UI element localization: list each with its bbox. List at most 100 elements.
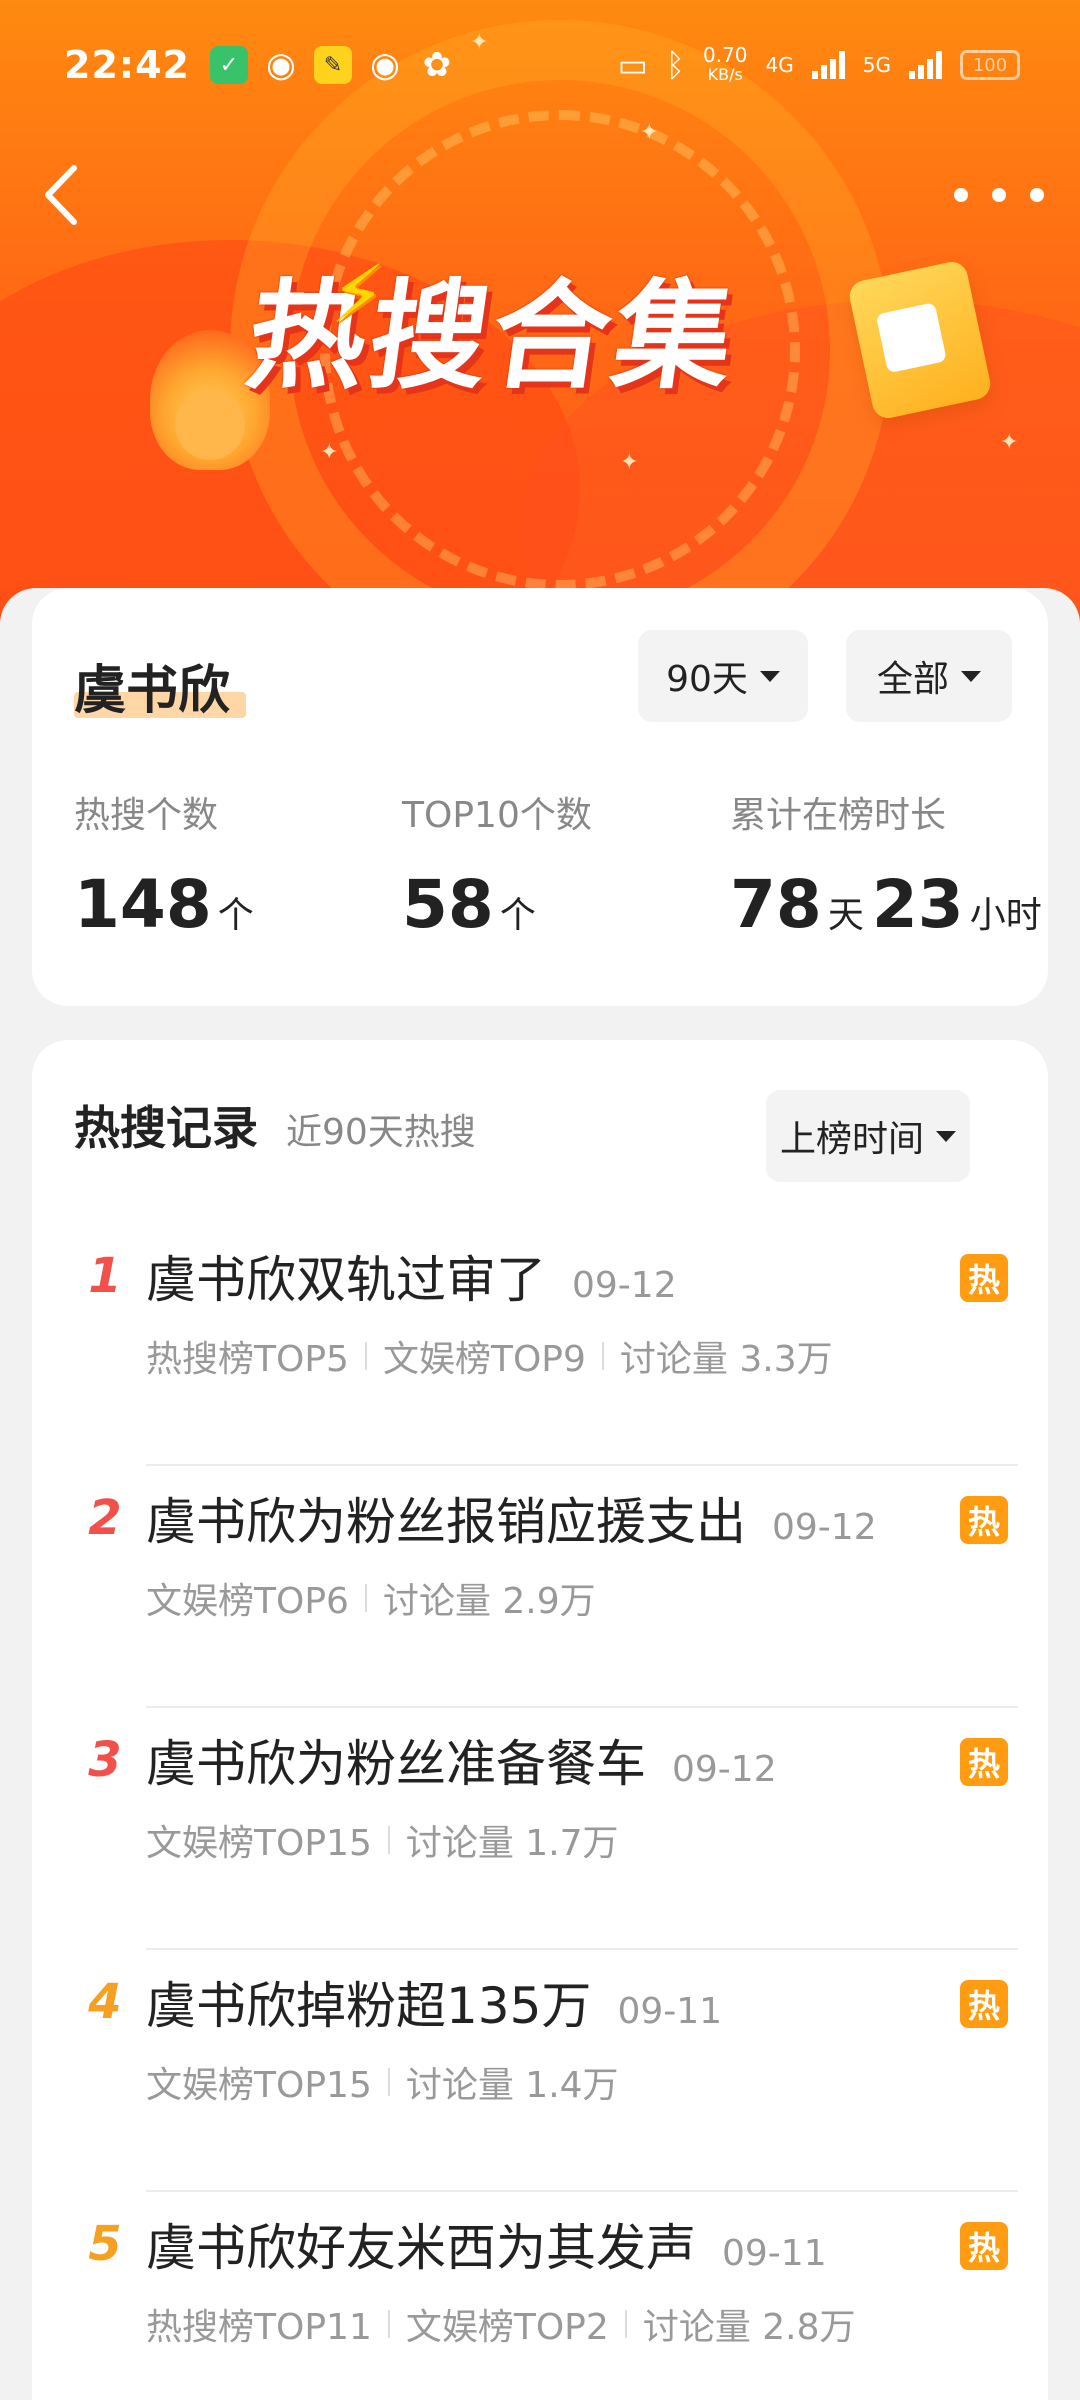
more-button[interactable] <box>954 170 1044 220</box>
stat-total-duration: 累计在榜时长 78 天 23 小时 <box>730 786 1050 943</box>
stat-label: 热搜个数 <box>74 795 219 836</box>
signal-icon <box>811 51 845 79</box>
rank-number: 2 <box>88 1490 122 1546</box>
item-title: 虞书欣为粉丝准备餐车 09-12 <box>146 1724 777 1796</box>
stat-value: 78 天 23 小时 <box>730 866 1050 943</box>
rank-number: 1 <box>88 1248 122 1304</box>
caret-down-icon <box>961 670 981 682</box>
person-name-wrap: 虞书欣 <box>74 648 246 723</box>
stat-value: 58 个 <box>402 866 592 943</box>
banner-title: 热搜合集 <box>238 267 747 405</box>
stat-days-number: 78 <box>730 866 822 943</box>
item-title: 虞书欣双轨过审了 09-12 <box>146 1240 677 1312</box>
stat-hot-count: 热搜个数 148 个 <box>74 786 262 943</box>
list-item[interactable]: 3 虞书欣为粉丝准备餐车 09-12 文娱榜TOP15 讨论量 1.7万 热 <box>32 1708 1048 1950</box>
meta-tag: 热搜榜TOP5 <box>146 1339 349 1380</box>
stat-top10-count: TOP10个数 58 个 <box>402 786 592 943</box>
lightning-icon: ⚡ <box>330 248 387 341</box>
item-meta: 热搜榜TOP5 文娱榜TOP9 讨论量 3.3万 <box>146 1330 833 1382</box>
stat-hours-unit: 小时 <box>969 895 1042 936</box>
stat-label: 累计在榜时长 <box>730 795 947 836</box>
item-title-text: 虞书欣双轨过审了 <box>146 1251 546 1309</box>
stat-unit: 个 <box>217 895 254 936</box>
rank-number: 3 <box>88 1732 122 1788</box>
item-title: 虞书欣好友米西为其发声 09-11 <box>146 2208 827 2280</box>
meta-discussion: 讨论量 1.4万 <box>405 2065 619 2106</box>
stat-days-unit: 天 <box>827 895 864 936</box>
chat-app-icon: ✎ <box>313 46 352 84</box>
header-banner: ✦ ✦ ✦ ✦ ✦ 热搜合集 ⚡ 22:42 ✓ ◉ ✎ ◉ ✿ ▭ ᛒ 0.7… <box>0 0 1080 640</box>
stat-hours-number: 23 <box>871 866 964 943</box>
signal-icon <box>909 51 942 79</box>
item-meta: 文娱榜TOP15 讨论量 1.7万 <box>146 1814 619 1866</box>
rank-number: 4 <box>88 1974 122 2030</box>
sort-dropdown[interactable]: 上榜时间 <box>766 1090 970 1182</box>
back-chevron-icon <box>45 165 77 225</box>
hot-badge: 热 <box>960 2222 1008 2270</box>
item-title-text: 虞书欣好友米西为其发声 <box>146 2219 696 2277</box>
status-time: 22:42 <box>64 43 190 87</box>
caret-down-icon <box>936 1130 956 1142</box>
meta-discussion: 讨论量 2.9万 <box>382 1581 596 1622</box>
item-date: 09-11 <box>617 1991 723 2032</box>
game-app-icon: ✿ <box>422 45 452 85</box>
battery-level: 100 <box>972 54 1008 76</box>
item-title-text: 虞书欣为粉丝报销应援支出 <box>146 1493 746 1551</box>
item-date: 09-12 <box>672 1749 777 1790</box>
records-card: 热搜记录 近90天热搜 上榜时间 1 虞书欣双轨过审了 09-12 热搜榜TOP5… <box>32 1040 1048 2400</box>
weibo-icon: ◉ <box>266 45 296 85</box>
type-filter-label: 全部 <box>876 659 949 700</box>
stat-value: 148 个 <box>74 866 262 943</box>
item-meta: 文娱榜TOP6 讨论量 2.9万 <box>146 1572 596 1624</box>
person-name: 虞书欣 <box>74 661 231 721</box>
meta-discussion: 讨论量 3.3万 <box>619 1339 833 1380</box>
meta-tag: 文娱榜TOP6 <box>146 1581 349 1622</box>
meta-tag: 文娱榜TOP9 <box>382 1339 586 1380</box>
weibo-icon: ◉ <box>370 45 400 85</box>
item-title: 虞书欣为粉丝报销应援支出 09-12 <box>146 1482 877 1554</box>
stat-number: 58 <box>402 866 494 943</box>
sparkle-icon: ✦ <box>1000 430 1019 455</box>
stat-label: TOP10个数 <box>402 795 592 836</box>
meta-discussion: 讨论量 1.7万 <box>405 1823 619 1864</box>
meta-discussion: 讨论量 2.8万 <box>642 2307 856 2348</box>
range-filter-label: 90天 <box>666 659 748 700</box>
hot-badge: 热 <box>960 1738 1008 1786</box>
network-4g-label: 4G <box>765 53 794 77</box>
list-item[interactable]: 5 虞书欣好友米西为其发声 09-11 热搜榜TOP11 文娱榜TOP2 讨论量 … <box>32 2192 1048 2400</box>
list-item[interactable]: 4 虞书欣掉粉超135万 09-11 文娱榜TOP15 讨论量 1.4万 热 <box>32 1950 1048 2192</box>
item-title: 虞书欣掉粉超135万 09-11 <box>146 1966 722 2038</box>
type-filter-dropdown[interactable]: 全部 <box>846 630 1012 722</box>
net-speed-unit: KB/s <box>707 65 743 84</box>
range-filter-dropdown[interactable]: 90天 <box>638 630 808 722</box>
list-item[interactable]: 1 虞书欣双轨过审了 09-12 热搜榜TOP5 文娱榜TOP9 讨论量 3.3万… <box>32 1224 1048 1466</box>
records-title: 热搜记录 <box>74 1101 258 1155</box>
summary-card: 虞书欣 90天 全部 热搜个数 148 个 TOP10个数 58 个 累计在榜时长 … <box>32 588 1048 1006</box>
item-meta: 热搜榜TOP11 文娱榜TOP2 讨论量 2.8万 <box>146 2298 856 2350</box>
check-app-icon: ✓ <box>209 46 248 84</box>
back-button[interactable] <box>40 160 110 230</box>
hot-badge: 热 <box>960 1980 1008 2028</box>
list-item[interactable]: 2 虞书欣为粉丝报销应援支出 09-12 文娱榜TOP6 讨论量 2.9万 热 <box>32 1466 1048 1708</box>
hot-badge: 热 <box>960 1496 1008 1544</box>
rank-number: 5 <box>88 2216 122 2272</box>
more-dots-icon <box>954 188 968 202</box>
item-meta: 文娱榜TOP15 讨论量 1.4万 <box>146 2056 619 2108</box>
meta-tag: 热搜榜TOP11 <box>146 2307 372 2348</box>
flame-core <box>175 390 245 460</box>
item-title-text: 虞书欣为粉丝准备餐车 <box>146 1735 646 1793</box>
sort-label: 上榜时间 <box>779 1119 924 1160</box>
status-bar: 22:42 ✓ ◉ ✎ ◉ ✿ ▭ ᛒ 0.70 KB/s 4G 5G 100 <box>0 0 1080 130</box>
sparkle-icon: ✦ <box>620 450 639 475</box>
battery-icon: 100 <box>960 50 1020 80</box>
stat-unit: 个 <box>499 895 536 936</box>
hot-badge: 热 <box>960 1254 1008 1302</box>
net-speed-value: 0.70 <box>703 43 748 67</box>
network-5g-label: 5G <box>862 53 891 77</box>
net-speed: 0.70 KB/s <box>703 45 748 85</box>
sparkle-icon: ✦ <box>320 440 339 465</box>
records-header: 热搜记录 近90天热搜 <box>74 1092 476 1158</box>
meta-tag: 文娱榜TOP2 <box>405 2307 609 2348</box>
bluetooth-icon: ᛒ <box>665 46 685 84</box>
item-date: 09-12 <box>772 1507 877 1548</box>
